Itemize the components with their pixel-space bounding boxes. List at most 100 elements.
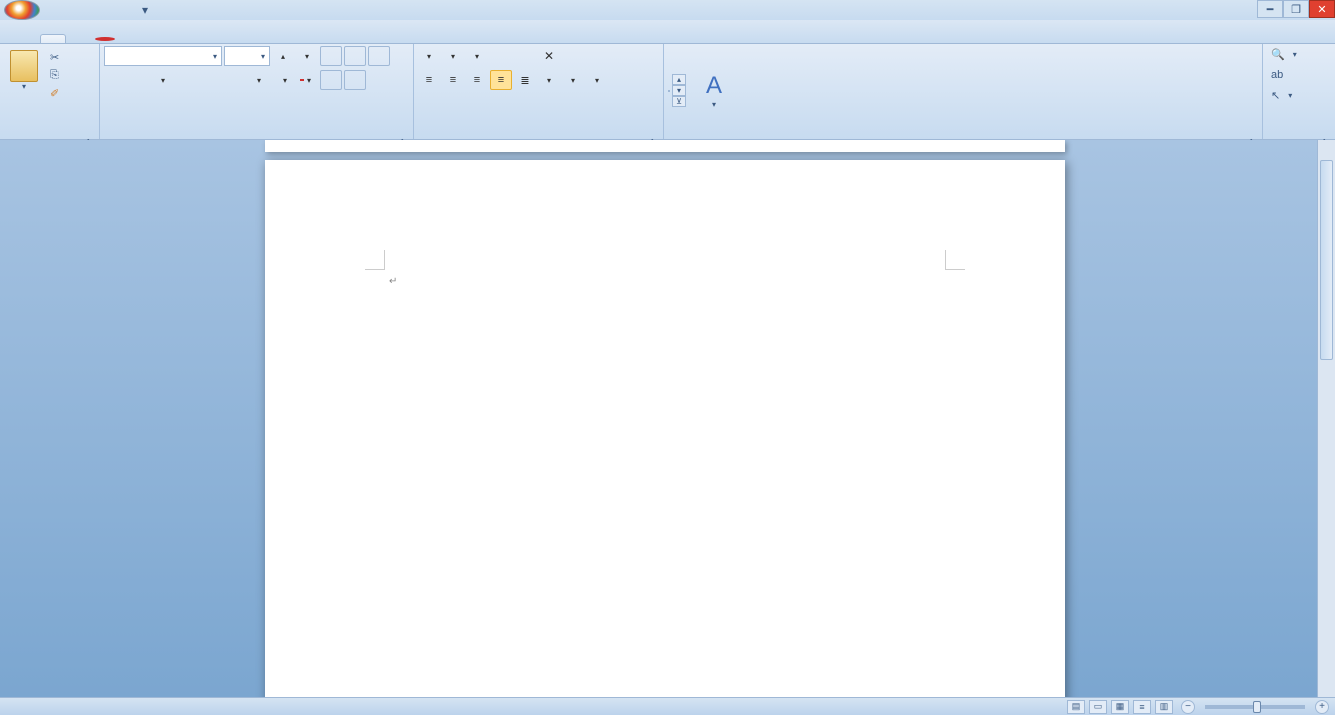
window-controls: ━ ❐ ✕ [1257,0,1335,18]
distribute-button[interactable]: ≣ [514,70,536,90]
change-styles-button[interactable]: A ▾ [692,72,736,109]
phonetic-guide-button[interactable] [344,46,366,66]
decrease-indent-button[interactable] [490,46,512,66]
align-center-button[interactable]: ≡ [442,70,464,90]
tab-review[interactable] [170,34,196,43]
select-button[interactable]: ↖▾ [1267,87,1301,104]
group-paragraph: ▾ ▾ ▾ ✕ ≡ ≡ ≡ ≡ ≣ ▾ ▾ ▾ [414,44,664,139]
tab-insert[interactable] [66,34,92,43]
margin-corner-tr [945,250,965,270]
tab-view[interactable] [196,34,222,43]
zoom-in-button[interactable]: + [1315,700,1329,714]
grow-font-button[interactable]: ▴ [272,46,294,66]
close-button[interactable]: ✕ [1309,0,1335,18]
borders-button[interactable]: ▾ [586,70,608,90]
format-painter-button[interactable] [46,86,72,102]
cut-button[interactable] [46,50,72,66]
tab-references[interactable] [118,34,144,43]
align-left-button[interactable]: ≡ [418,70,440,90]
shading-button[interactable]: ▾ [562,70,584,90]
char-border-button[interactable] [368,46,390,66]
justify-button[interactable]: ≡ [490,70,512,90]
clipboard-group-label [4,135,95,139]
line-spacing-button[interactable]: ▾ [538,70,560,90]
change-styles-icon: A [706,72,722,100]
view-print-layout-button[interactable]: ▤ [1067,700,1085,714]
undo-icon[interactable] [70,1,88,19]
editing-group-label [1267,135,1331,139]
zoom-slider[interactable] [1205,705,1305,709]
ribbon-tabs [0,20,1335,44]
superscript-button[interactable] [224,70,246,90]
bold-button[interactable] [104,70,126,90]
italic-button[interactable] [128,70,150,90]
brush-icon [50,87,64,101]
bullets-button[interactable]: ▾ [418,46,440,66]
change-case-button[interactable]: ▾ [248,70,270,90]
enclosed-char-button[interactable] [344,70,366,90]
minimize-button[interactable]: ━ [1257,0,1283,18]
view-full-screen-button[interactable]: ▭ [1089,700,1107,714]
underline-button[interactable]: ▾ [152,70,174,90]
align-right-button[interactable]: ≡ [466,70,488,90]
numbering-button[interactable]: ▾ [442,46,464,66]
select-icon: ↖ [1271,89,1280,102]
asian-layout-button[interactable]: ✕ [538,46,560,66]
shrink-font-button[interactable]: ▾ [296,46,318,66]
highlight-button[interactable]: ▾ [272,70,294,90]
find-button[interactable]: 🔍▾ [1267,46,1301,63]
title-bar: ▾ ━ ❐ ✕ [0,0,1335,20]
ribbon: ▾ ▾ ▾ ▴ ▾ ▾ [0,44,1335,140]
gallery-down-button[interactable]: ▾ [672,85,686,96]
clear-format-button[interactable] [320,46,342,66]
find-icon: 🔍 [1271,48,1285,61]
tab-page-layout[interactable] [92,34,118,43]
zoom-out-button[interactable]: − [1181,700,1195,714]
group-font: ▾ ▾ ▴ ▾ ▾ ▾ ▾ ▾ [100,44,414,139]
font-group-label [104,135,409,139]
strike-button[interactable] [176,70,198,90]
group-styles: ▴ ▾ ⊻ A ▾ [664,44,1263,139]
gallery-up-button[interactable]: ▴ [672,74,686,85]
save-icon[interactable] [48,1,66,19]
sort-button[interactable] [562,46,584,66]
font-name-combo[interactable]: ▾ [104,46,222,66]
subscript-button[interactable] [200,70,222,90]
view-web-layout-button[interactable]: ▦ [1111,700,1129,714]
paragraph-group-label [418,135,659,139]
view-outline-button[interactable]: ≡ [1133,700,1151,714]
redo-icon[interactable] [92,1,110,19]
styles-gallery [668,90,670,92]
gallery-scroll: ▴ ▾ ⊻ [672,74,686,107]
tab-home[interactable] [40,34,66,43]
show-marks-button[interactable] [586,46,608,66]
char-shading-button[interactable] [320,70,342,90]
paragraph-mark-icon: ↵ [389,276,397,287]
copy-icon [50,69,64,83]
increase-indent-button[interactable] [514,46,536,66]
gallery-more-button[interactable]: ⊻ [672,96,686,107]
scissors-icon [50,51,64,65]
group-editing: 🔍▾ ab ↖▾ [1263,44,1335,139]
paste-icon [10,50,38,82]
replace-icon: ab [1271,69,1283,81]
scrollbar-thumb[interactable] [1320,160,1333,360]
tab-mailings[interactable] [144,34,170,43]
margin-corner-tl [365,250,385,270]
font-size-combo[interactable]: ▾ [224,46,270,66]
qat-more-icon[interactable]: ▾ [136,1,154,19]
replace-button[interactable]: ab [1267,67,1301,83]
document-area: ↵ [0,140,1335,697]
document-page[interactable]: ↵ [265,160,1065,697]
zoom-slider-thumb[interactable] [1253,701,1261,713]
copy-button[interactable] [46,68,72,84]
multilevel-button[interactable]: ▾ [466,46,488,66]
office-button[interactable] [4,0,40,20]
font-color-button[interactable]: ▾ [296,70,318,90]
print-preview-icon[interactable] [114,1,132,19]
vertical-scrollbar[interactable] [1317,140,1335,697]
paste-button[interactable]: ▾ [4,46,44,91]
styles-group-label [668,135,1258,139]
restore-button[interactable]: ❐ [1283,0,1309,18]
view-draft-button[interactable]: ▥ [1155,700,1173,714]
